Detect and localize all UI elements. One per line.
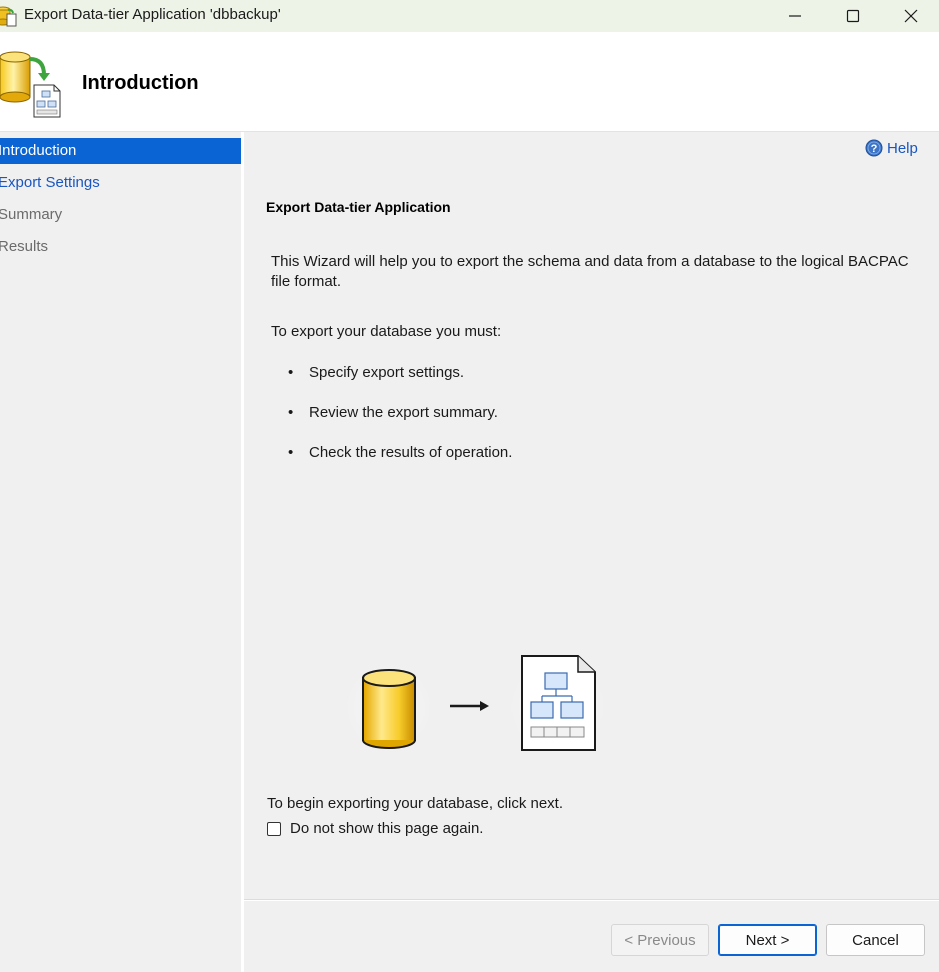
bullet-icon: • bbox=[288, 404, 294, 421]
export-wizard-window: Export Data-tier Application 'dbbackup' bbox=[0, 0, 939, 972]
bullet-icon: • bbox=[288, 364, 294, 381]
dont-show-again-row[interactable]: Do not show this page again. bbox=[267, 820, 483, 837]
dont-show-again-label[interactable]: Do not show this page again. bbox=[290, 820, 483, 837]
list-item: • Review the export summary. bbox=[288, 403, 512, 443]
window-title: Export Data-tier Application 'dbbackup' bbox=[24, 6, 281, 23]
minimize-button[interactable] bbox=[766, 0, 824, 32]
wizard-header: Introduction bbox=[0, 32, 939, 131]
list-item: • Check the results of operation. bbox=[288, 443, 512, 483]
export-illustration bbox=[337, 652, 616, 762]
previous-button[interactable]: < Previous bbox=[611, 924, 709, 956]
nav-item-label: Export Settings bbox=[0, 174, 100, 191]
begin-instruction: To begin exporting your database, click … bbox=[267, 795, 564, 812]
bullet-icon: • bbox=[288, 444, 294, 461]
bacpac-file-icon bbox=[521, 655, 596, 751]
dont-show-again-checkbox[interactable] bbox=[267, 821, 281, 836]
description-text: This Wizard will help you to export the … bbox=[271, 253, 909, 290]
help-label[interactable]: Help bbox=[887, 140, 918, 157]
close-icon bbox=[904, 9, 918, 23]
svg-text:?: ? bbox=[871, 143, 878, 155]
cancel-button[interactable]: Cancel bbox=[826, 924, 925, 956]
maximize-icon bbox=[846, 9, 860, 23]
page-title: Introduction bbox=[82, 72, 199, 94]
close-button[interactable] bbox=[882, 0, 939, 32]
app-icon bbox=[0, 6, 17, 27]
footer-divider-highlight bbox=[244, 900, 939, 901]
list-item-text: Check the results of operation. bbox=[309, 444, 513, 461]
nav-item-export-settings[interactable]: Export Settings bbox=[0, 170, 241, 196]
minimize-icon bbox=[789, 15, 801, 17]
help-icon: ? bbox=[865, 139, 883, 157]
database-export-icon bbox=[0, 51, 61, 118]
requirements-list: • Specify export settings. • Review the ex… bbox=[288, 363, 512, 483]
list-item-text: Specify export settings. bbox=[309, 364, 465, 381]
section-title: Export Data-tier Application bbox=[266, 199, 451, 215]
nav-item-label: Results bbox=[0, 238, 49, 255]
database-icon bbox=[362, 669, 416, 749]
wizard-content: ? Help Export Data-tier Application This… bbox=[244, 132, 939, 900]
maximize-button[interactable] bbox=[824, 0, 882, 32]
nav-item-label: Introduction bbox=[0, 142, 77, 159]
arrow-right-icon bbox=[450, 701, 489, 711]
title-bar: Export Data-tier Application 'dbbackup' bbox=[0, 0, 939, 32]
list-item-text: Review the export summary. bbox=[309, 404, 498, 421]
nav-item-introduction[interactable]: Introduction bbox=[0, 138, 241, 164]
wizard-steps-nav: Introduction Export Settings Summary Res… bbox=[0, 132, 241, 972]
requirements-heading: To export your database you must: bbox=[271, 323, 502, 340]
next-button[interactable]: Next > bbox=[718, 924, 817, 956]
nav-item-results: Results bbox=[0, 234, 241, 260]
list-item: • Specify export settings. bbox=[288, 363, 512, 403]
help-link[interactable]: ? Help bbox=[865, 139, 918, 157]
nav-item-summary: Summary bbox=[0, 202, 241, 228]
nav-item-label: Summary bbox=[0, 206, 63, 223]
